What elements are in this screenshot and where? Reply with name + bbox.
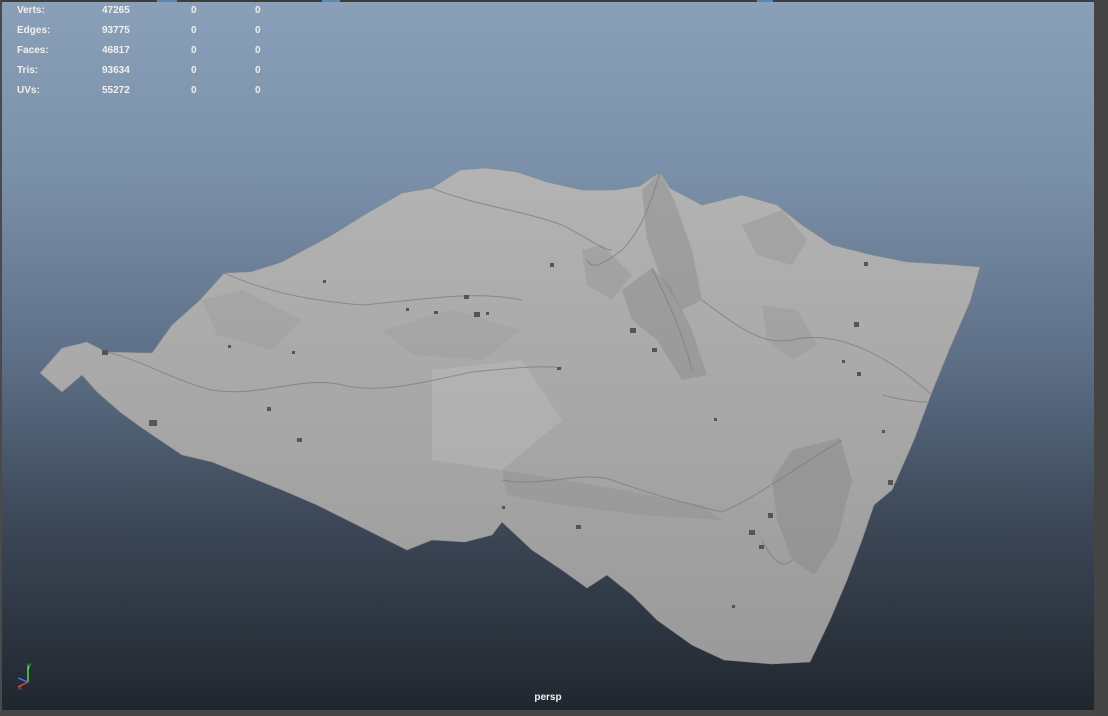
perspective-viewport[interactable]: Verts: 47265 0 0 Edges: 93775 0 0 Faces:…	[0, 0, 1108, 716]
camera-name-label: persp	[534, 692, 562, 703]
axis-gizmo: y x	[17, 661, 31, 690]
y-axis-label: y	[27, 661, 31, 670]
x-axis-label: x	[18, 683, 22, 690]
z-axis-line	[17, 677, 29, 683]
terrain-mesh[interactable]	[2, 0, 1108, 716]
